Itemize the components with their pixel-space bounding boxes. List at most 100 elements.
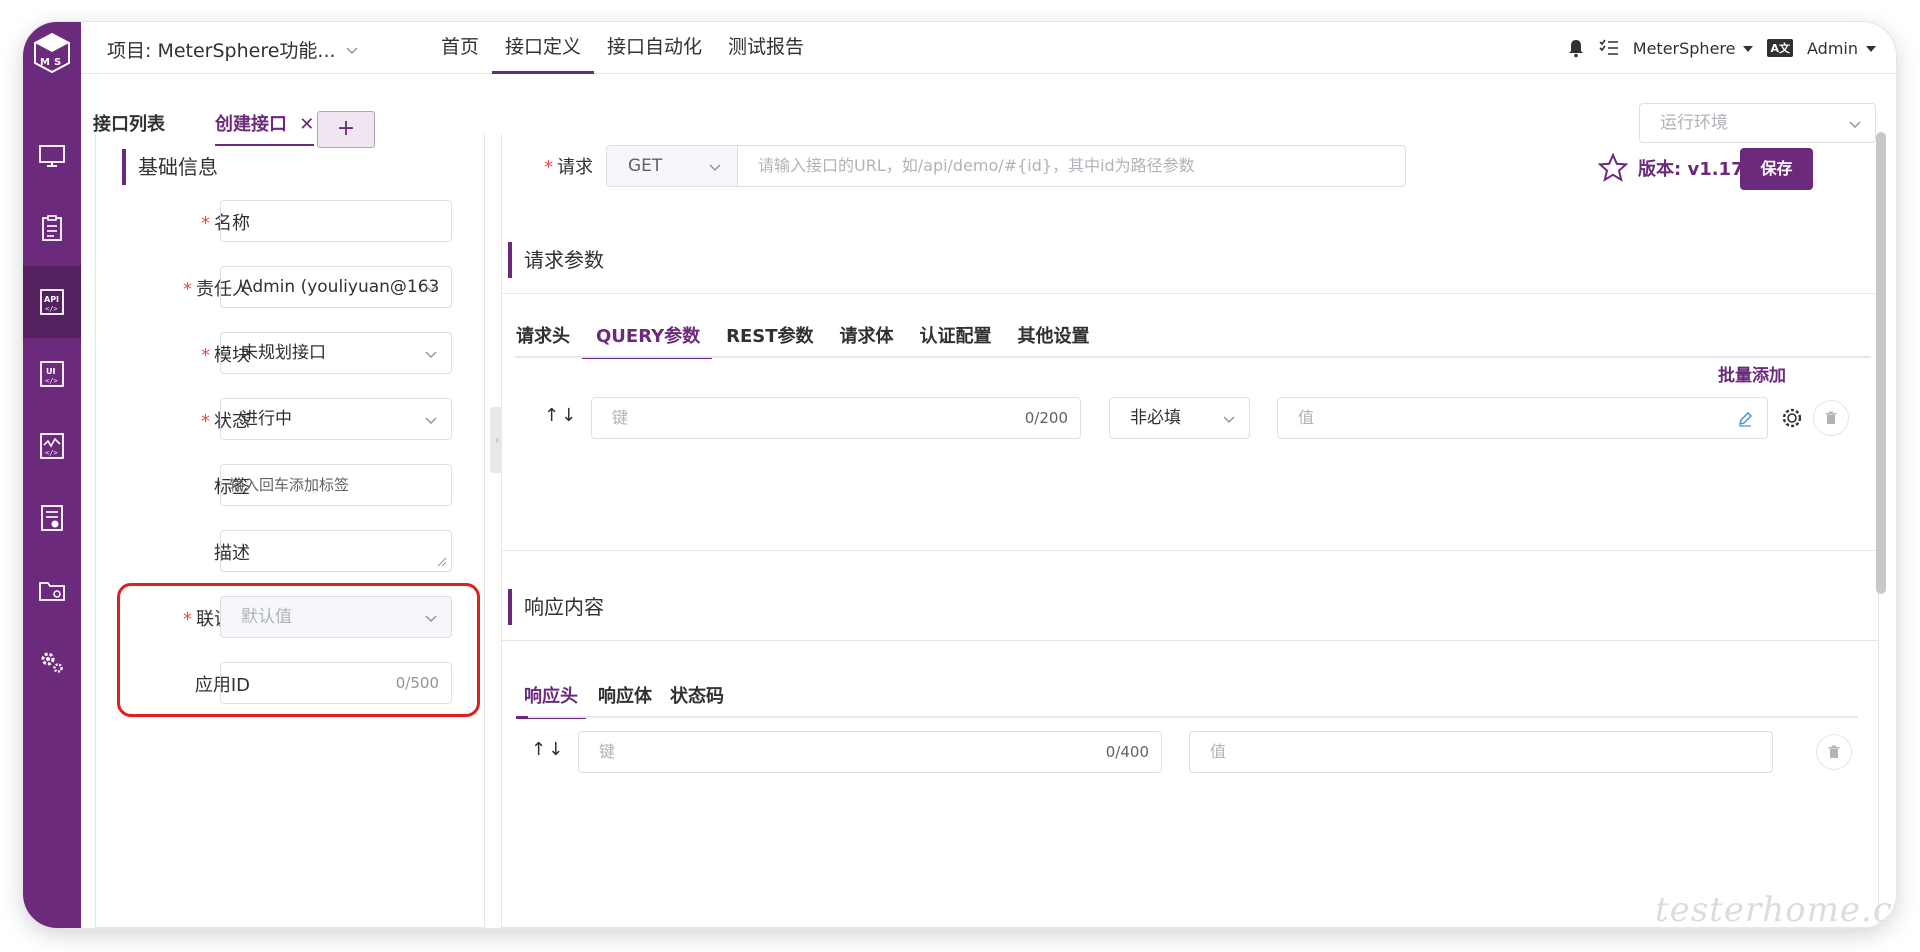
tab-other-settings[interactable]: 其他设置	[1004, 322, 1102, 359]
tab-request-headers[interactable]: 请求头	[502, 322, 582, 359]
form-row-description: 描述	[96, 530, 486, 572]
sidebar: M S API </> UI </> </>	[23, 22, 81, 928]
vertical-scrollbar[interactable]	[1876, 132, 1886, 594]
module-select[interactable]: 未规划接口	[220, 332, 452, 374]
nav-test-tracking[interactable]	[23, 192, 81, 264]
menu-test-report[interactable]: 测试报告	[715, 22, 817, 74]
basic-info-title: 基础信息	[122, 149, 218, 185]
tab-query-params[interactable]: QUERY参数	[582, 322, 713, 359]
tab-rest-params[interactable]: REST参数	[712, 322, 825, 359]
task-list-icon[interactable]	[1599, 39, 1619, 57]
chevron-down-icon	[425, 285, 437, 292]
workspace-selector[interactable]: MeterSphere	[1633, 39, 1754, 58]
owner-value: Admin (youliyuan@163	[241, 277, 440, 297]
chevron-down-icon	[709, 164, 721, 171]
param-key-placeholder: 键	[612, 408, 629, 427]
menu-home[interactable]: 首页	[428, 22, 492, 74]
top-header: 项目: MeterSphere功能... 首页 接口定义 接口自动化 测试报告 …	[81, 22, 1896, 74]
delete-param-button[interactable]	[1813, 400, 1849, 436]
tab-response-body[interactable]: 响应体	[586, 682, 658, 719]
required-mark: *	[544, 157, 553, 178]
batch-add-link[interactable]: 批量添加	[1718, 361, 1786, 386]
chevron-down-icon	[425, 417, 437, 424]
status-select[interactable]: 进行中	[220, 398, 452, 440]
clipboard-icon	[42, 215, 62, 241]
user-name: Admin	[1807, 38, 1858, 58]
description-textarea[interactable]	[220, 530, 452, 572]
version-info[interactable]: 版本: v1.17	[1598, 153, 1744, 182]
api-icon: API</>	[40, 289, 64, 315]
form-row-owner: * 责任人 Admin (youliyuan@163	[96, 266, 486, 308]
close-icon[interactable]: ✕	[299, 114, 314, 135]
svg-text:API: API	[44, 295, 59, 304]
save-button[interactable]: 保存	[1740, 148, 1813, 190]
chevron-down-icon	[425, 351, 437, 358]
user-menu[interactable]: Admin	[1807, 39, 1876, 58]
tags-input[interactable]: 输入回车添加标签	[220, 464, 452, 506]
tab-auth-config[interactable]: 认证配置	[906, 322, 1004, 359]
settings-icon	[41, 652, 63, 673]
request-label: * 请求	[544, 157, 593, 178]
tab-response-headers[interactable]: 响应头	[516, 682, 586, 719]
request-params-title: 请求参数	[508, 242, 604, 278]
nav-ui-test[interactable]: UI </>	[23, 338, 81, 410]
request-params-tabs: 请求头 QUERY参数 REST参数 请求体 认证配置 其他设置	[502, 322, 1102, 359]
svg-text:UI: UI	[46, 367, 55, 376]
response-tabs: 响应头 响应体 状态码	[516, 682, 736, 719]
param-key-input[interactable]: 键 0/200	[591, 397, 1081, 439]
tab-api-list[interactable]: 接口列表	[93, 110, 165, 136]
caret-down-icon	[1743, 46, 1754, 52]
monitor-icon	[39, 145, 65, 167]
bell-icon[interactable]	[1567, 38, 1585, 58]
delete-response-row-button[interactable]	[1816, 734, 1852, 770]
param-required-select[interactable]: 非必填	[1109, 397, 1250, 439]
app-window: M S API </> UI </> </> 项目: MeterSphere功能…	[23, 22, 1896, 928]
top-menu: 首页 接口定义 接口自动化 测试报告	[428, 22, 817, 74]
sort-handle[interactable]: ↑↓	[544, 405, 578, 426]
method-select[interactable]: GET	[606, 145, 738, 187]
metersphere-logo[interactable]: M S	[32, 32, 72, 74]
edit-icon[interactable]	[1737, 411, 1753, 427]
nav-api-test[interactable]: API </>	[23, 266, 81, 338]
nav-report[interactable]	[23, 482, 81, 554]
watermark: testerhome.com	[1655, 890, 1896, 928]
param-value-placeholder: 值	[1298, 408, 1315, 427]
workspace-name: MeterSphere	[1632, 38, 1736, 58]
project-name: 项目: MeterSphere功能...	[107, 40, 336, 62]
sort-handle[interactable]: ↑↓	[531, 739, 565, 760]
gear-icon[interactable]	[1781, 407, 1803, 429]
menu-api-definition[interactable]: 接口定义	[492, 22, 595, 74]
star-icon[interactable]	[1598, 153, 1628, 182]
param-value-input[interactable]: 值	[1277, 397, 1768, 439]
resize-handle-icon[interactable]	[437, 557, 447, 567]
param-key-counter: 0/200	[1024, 409, 1068, 427]
tab-status-code[interactable]: 状态码	[658, 682, 736, 719]
name-input[interactable]	[220, 200, 452, 242]
response-key-input[interactable]: 键 0/400	[578, 731, 1162, 773]
status-value: 进行中	[241, 409, 292, 429]
response-value-input[interactable]: 值	[1189, 731, 1773, 773]
svg-text:S: S	[54, 57, 61, 68]
performance-icon: </>	[40, 433, 64, 459]
nav-project[interactable]	[23, 554, 81, 626]
menu-api-automation[interactable]: 接口自动化	[594, 22, 715, 74]
required-mark: *	[201, 213, 210, 234]
nav-workstation[interactable]	[23, 120, 81, 192]
chevron-down-icon	[1849, 121, 1861, 128]
tab-request-body[interactable]: 请求体	[826, 322, 906, 359]
chevron-down-icon	[346, 47, 358, 54]
url-input[interactable]: 请输入接口的URL，如/api/demo/#{id}，其中id为路径参数	[737, 145, 1406, 187]
response-key-placeholder: 键	[599, 742, 616, 761]
nav-performance-test[interactable]: </>	[23, 410, 81, 482]
project-selector[interactable]: 项目: MeterSphere功能...	[107, 36, 358, 63]
method-value: GET	[628, 156, 663, 176]
svg-text:</>: </>	[45, 377, 58, 385]
language-switch-icon[interactable]: A文	[1767, 39, 1793, 57]
nav-settings[interactable]	[23, 626, 81, 698]
svg-text:M: M	[40, 57, 50, 68]
owner-select[interactable]: Admin (youliyuan@163	[220, 266, 452, 308]
chevron-down-icon	[1223, 416, 1235, 423]
form-row-tags: 标签 输入回车添加标签	[96, 464, 486, 506]
response-value-placeholder: 值	[1210, 742, 1227, 761]
module-value: 未规划接口	[241, 343, 326, 363]
